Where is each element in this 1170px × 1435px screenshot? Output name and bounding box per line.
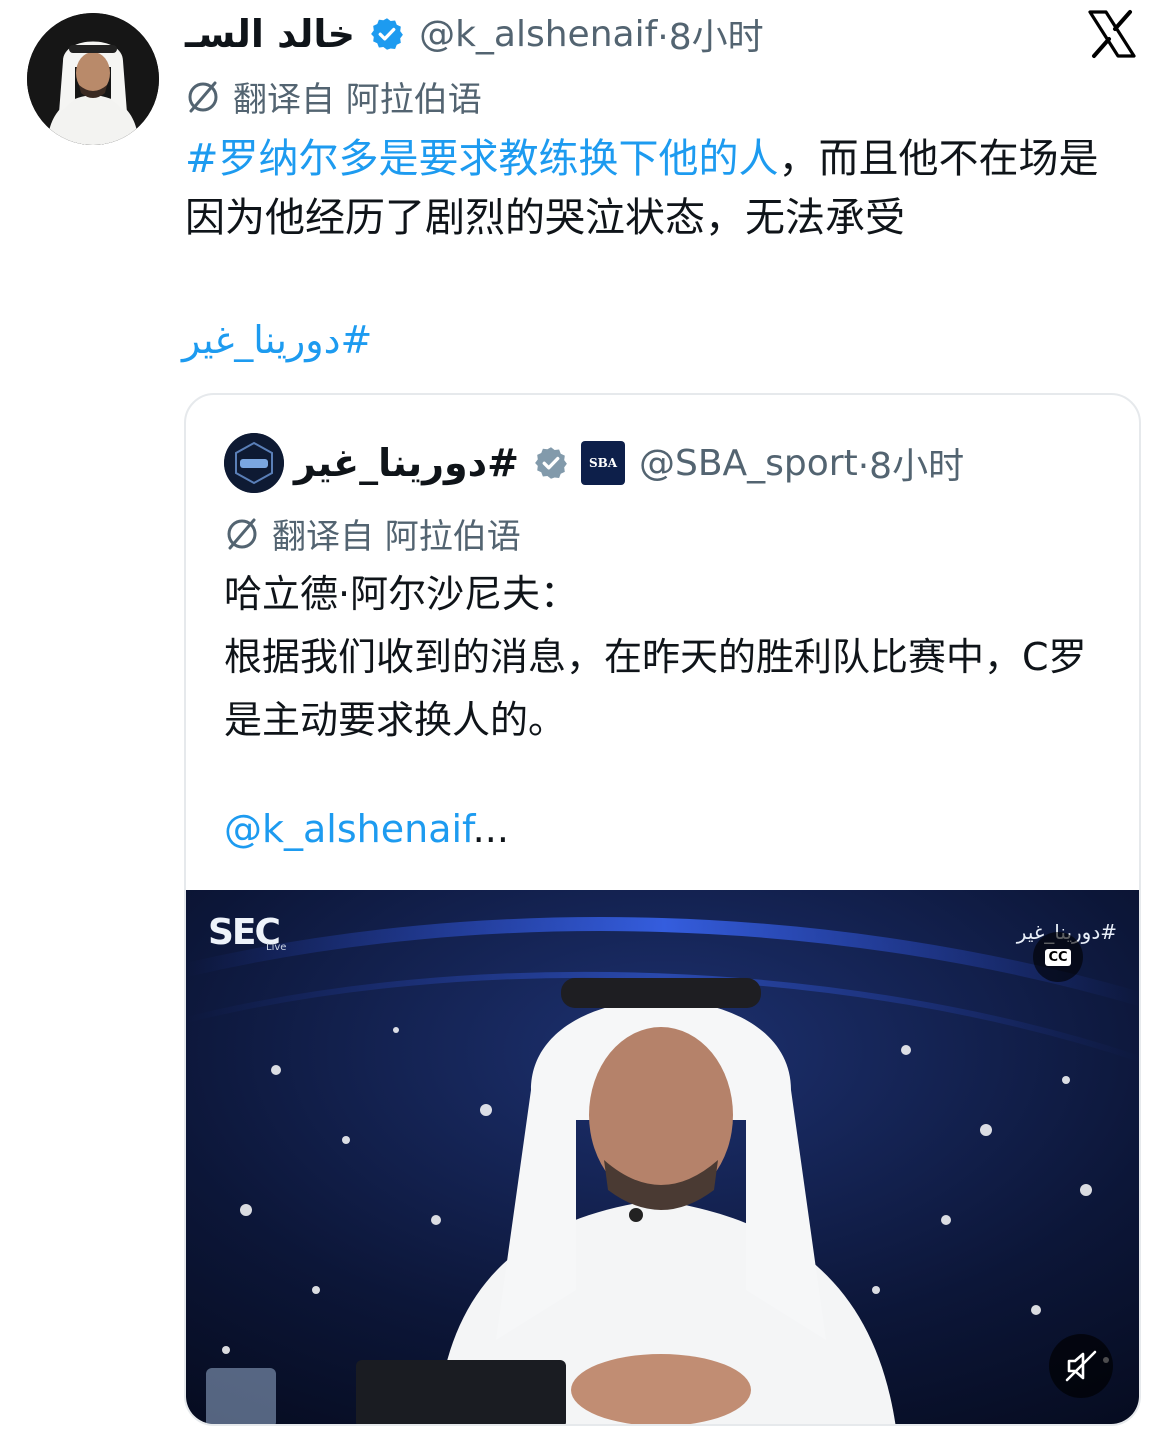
author-avatar-image [27, 13, 159, 145]
quoted-translation-label: 翻译自 阿拉伯语 [272, 517, 521, 557]
video-frame [186, 890, 1139, 1424]
captions-button[interactable]: CC [1033, 932, 1083, 982]
speaker-muted-icon [1065, 1350, 1097, 1382]
tweet-header: خالد السـ @k_alshenaif ·8小时 [185, 8, 764, 60]
verified-badge-icon [535, 447, 567, 479]
quoted-tweet-card[interactable]: #دورينا_غير SBA @SBA_sport ·8小时 翻译自 阿拉伯语… [184, 393, 1141, 1426]
truncation-ellipsis: ... [472, 807, 509, 851]
translate-icon [188, 81, 218, 112]
quoted-mention[interactable]: @k_alshenaif... [224, 807, 509, 851]
tweet-arabic-hashtag[interactable]: #دورينا_غير [182, 318, 372, 362]
quoted-author-avatar[interactable] [224, 433, 284, 493]
cc-icon: CC [1045, 948, 1071, 966]
quoted-translation-note[interactable]: 翻译自 阿拉伯语 [224, 509, 521, 558]
quoted-display-name[interactable]: #دورينا_غير [294, 441, 519, 485]
channel-logo-sub: Live [266, 942, 287, 953]
translate-icon [227, 518, 257, 549]
affiliate-badge[interactable]: SBA [581, 441, 625, 485]
mute-button[interactable] [1049, 1334, 1113, 1398]
translation-note[interactable]: 翻译自 阿拉伯语 [185, 72, 482, 121]
quoted-tweet-header: #دورينا_غير SBA @SBA_sport ·8小时 [294, 435, 964, 491]
video-player[interactable]: SEC Live #دورينا_غير CC [186, 890, 1139, 1424]
tweet-hashtag-link[interactable]: #罗纳尔多是要求教练换下他的人 [185, 136, 779, 182]
tweet-time[interactable]: ·8小时 [657, 8, 763, 60]
quoted-tweet-body: 哈立德·阿尔沙尼夫： 根据我们收到的消息，在昨天的胜利队比赛中，C罗是主动要求换… [224, 572, 1087, 742]
quoted-time[interactable]: ·8小时 [858, 437, 964, 489]
verified-badge-icon [371, 18, 403, 50]
tweet-body: #罗纳尔多是要求教练换下他的人，而且他不在场是因为他经历了剧烈的哭泣状态，无法承… [185, 130, 1130, 248]
quoted-avatar-image [224, 433, 284, 493]
x-logo-icon[interactable] [1086, 8, 1138, 60]
quoted-mention-link[interactable]: @k_alshenaif [224, 807, 473, 851]
author-display-name[interactable]: خالد السـ [185, 12, 355, 56]
author-avatar[interactable] [27, 13, 159, 145]
author-handle[interactable]: @k_alshenaif [419, 14, 657, 55]
quoted-handle[interactable]: @SBA_sport [639, 443, 858, 484]
translation-note-label: 翻译自 阿拉伯语 [233, 80, 482, 120]
